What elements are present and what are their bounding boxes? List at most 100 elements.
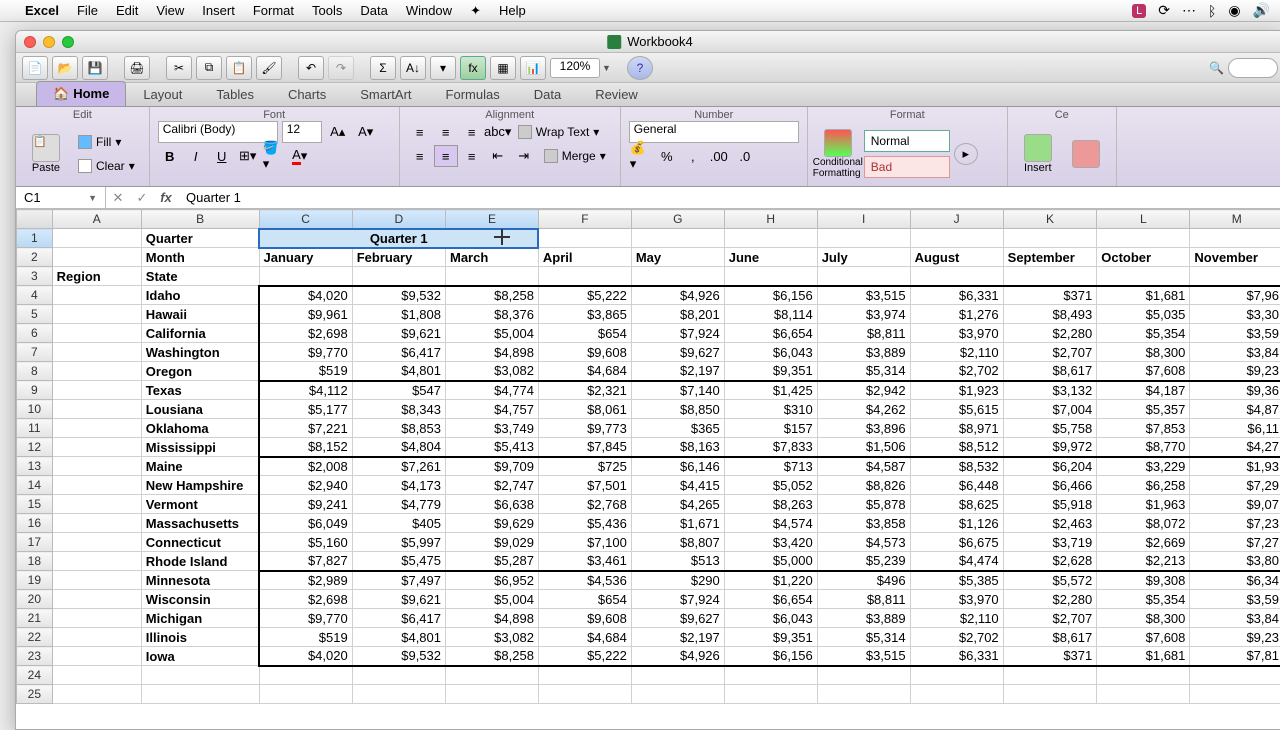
cell[interactable]: March [446, 248, 539, 267]
cell[interactable]: $654 [538, 590, 631, 609]
align-center-icon[interactable]: ≡ [434, 145, 458, 167]
cell[interactable] [910, 685, 1003, 704]
cell[interactable]: $4,684 [538, 362, 631, 381]
cell[interactable]: $8,850 [631, 400, 724, 419]
cell[interactable] [631, 267, 724, 286]
menu-extras-icon[interactable]: ⋯ [1182, 2, 1196, 19]
help-icon[interactable]: ? [627, 56, 653, 80]
cell[interactable]: $9,770 [259, 609, 352, 628]
style-bad[interactable]: Bad [864, 156, 950, 178]
cell[interactable]: $9,241 [259, 495, 352, 514]
col-header[interactable]: C [259, 210, 352, 229]
cell[interactable] [52, 381, 141, 400]
cell[interactable]: $7,924 [631, 590, 724, 609]
cell[interactable]: $7,27 [1190, 533, 1280, 552]
cell[interactable]: $6,466 [1003, 476, 1097, 495]
cell[interactable]: $9,770 [259, 343, 352, 362]
cell[interactable]: $4,415 [631, 476, 724, 495]
cell[interactable]: $365 [631, 419, 724, 438]
cell[interactable]: Idaho [141, 286, 259, 305]
cell[interactable]: $4,757 [446, 400, 539, 419]
cell[interactable]: $4,262 [817, 400, 910, 419]
row-header[interactable]: 20 [17, 590, 53, 609]
cell[interactable] [52, 362, 141, 381]
cell[interactable]: $2,213 [1097, 552, 1190, 571]
copy-icon[interactable]: ⧉ [196, 56, 222, 80]
cell[interactable]: $4,27 [1190, 438, 1280, 457]
cell[interactable] [52, 571, 141, 590]
col-header[interactable]: H [724, 210, 817, 229]
menu-help[interactable]: Help [499, 3, 526, 18]
cell[interactable] [352, 267, 445, 286]
cell[interactable] [52, 552, 141, 571]
cell[interactable] [141, 685, 259, 704]
cell[interactable]: $7,23 [1190, 514, 1280, 533]
cell[interactable] [1003, 666, 1097, 685]
cell[interactable]: $3,970 [910, 590, 1003, 609]
cell[interactable]: Iowa [141, 647, 259, 666]
cell[interactable]: $9,627 [631, 609, 724, 628]
cell[interactable]: $4,173 [352, 476, 445, 495]
cell[interactable]: $8,201 [631, 305, 724, 324]
cell[interactable]: $9,972 [1003, 438, 1097, 457]
cell[interactable]: $5,035 [1097, 305, 1190, 324]
cell[interactable]: $5,354 [1097, 324, 1190, 343]
cell[interactable]: $5,572 [1003, 571, 1097, 590]
cell[interactable]: September [1003, 248, 1097, 267]
cell[interactable]: $6,417 [352, 343, 445, 362]
cell[interactable]: Wisconsin [141, 590, 259, 609]
cell[interactable]: $8,163 [631, 438, 724, 457]
cell[interactable] [817, 685, 910, 704]
cell[interactable]: $8,770 [1097, 438, 1190, 457]
cell[interactable]: $7,140 [631, 381, 724, 400]
cell[interactable]: $9,23 [1190, 362, 1280, 381]
row-header[interactable]: 3 [17, 267, 53, 286]
underline-button[interactable]: U [210, 145, 234, 167]
currency-icon[interactable]: 💰▾ [629, 145, 653, 167]
row-header[interactable]: 14 [17, 476, 53, 495]
menu-file[interactable]: File [77, 3, 98, 18]
cell[interactable]: $4,801 [352, 362, 445, 381]
cell[interactable]: $7,221 [259, 419, 352, 438]
cell[interactable] [910, 229, 1003, 248]
cell[interactable]: $3,896 [817, 419, 910, 438]
inc-decimal-icon[interactable]: .00 [707, 145, 731, 167]
cell[interactable]: $1,681 [1097, 647, 1190, 666]
menu-script-icon[interactable]: ✦ [470, 3, 481, 19]
cell[interactable]: $2,942 [817, 381, 910, 400]
cell[interactable]: June [724, 248, 817, 267]
col-header[interactable]: J [910, 210, 1003, 229]
cell[interactable]: $1,681 [1097, 286, 1190, 305]
merge-button[interactable]: Merge ▾ [538, 145, 612, 167]
cell[interactable]: $5,385 [910, 571, 1003, 590]
cell[interactable] [1190, 229, 1280, 248]
cell[interactable]: $1,220 [724, 571, 817, 590]
cell[interactable] [52, 647, 141, 666]
menu-data[interactable]: Data [360, 3, 387, 18]
cell[interactable]: $5,354 [1097, 590, 1190, 609]
new-icon[interactable]: 📄 [22, 56, 48, 80]
indent-dec-icon[interactable]: ⇤ [486, 145, 510, 167]
cell[interactable] [52, 343, 141, 362]
cell[interactable]: $3,858 [817, 514, 910, 533]
cell[interactable]: California [141, 324, 259, 343]
cell[interactable] [1097, 666, 1190, 685]
worksheet[interactable]: A B C D E F G H I J K L M 1 Quarter Quar… [16, 209, 1280, 729]
cell[interactable]: $5,222 [538, 286, 631, 305]
cell[interactable] [52, 324, 141, 343]
col-header[interactable]: E [446, 210, 539, 229]
style-normal[interactable]: Normal [864, 130, 950, 152]
row-header[interactable]: 6 [17, 324, 53, 343]
cell[interactable]: $9,627 [631, 343, 724, 362]
align-right-icon[interactable]: ≡ [460, 145, 484, 167]
insert-cells-button[interactable]: Insert [1016, 125, 1060, 183]
cell[interactable]: $8,072 [1097, 514, 1190, 533]
cell[interactable]: $3,974 [817, 305, 910, 324]
cell[interactable] [1003, 267, 1097, 286]
cell[interactable] [446, 267, 539, 286]
cell[interactable]: Washington [141, 343, 259, 362]
cell[interactable]: $310 [724, 400, 817, 419]
cell[interactable] [817, 267, 910, 286]
cell[interactable]: $654 [538, 324, 631, 343]
cell[interactable]: $6,34 [1190, 571, 1280, 590]
